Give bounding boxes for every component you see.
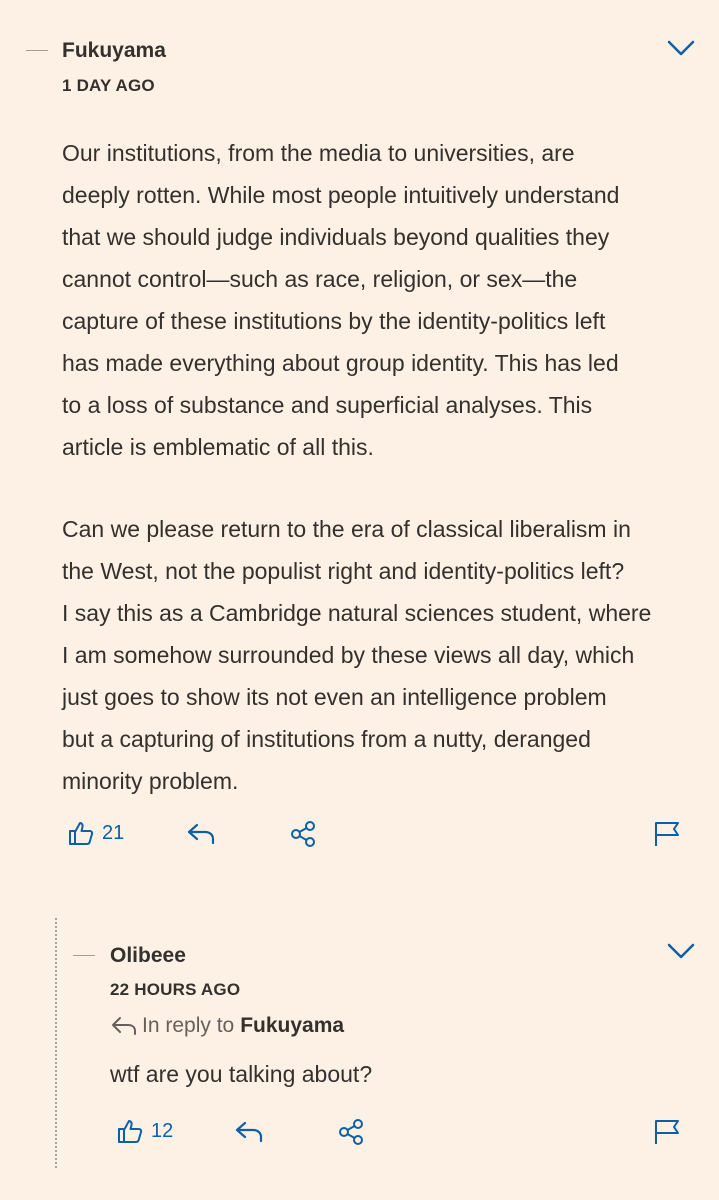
text-line: just goes to show its not even an intell… (62, 684, 607, 710)
comment-paragraph: Can we please return to the era of class… (62, 508, 702, 802)
reply-button[interactable] (186, 822, 216, 846)
chevron-down-icon[interactable] (666, 38, 696, 58)
reply-author[interactable]: Olibeee (110, 944, 186, 968)
comment-body: Our institutions, from the media to univ… (62, 132, 702, 802)
reply-body: wtf are you talking about? (110, 1061, 373, 1087)
text-line: the West, not the populist right and ide… (62, 558, 625, 584)
like-count: 21 (102, 821, 125, 844)
text-line: but a capturing of institutions from a n… (62, 726, 591, 752)
text-line: deeply rotten. While most people intuiti… (62, 182, 620, 208)
in-reply-to-author[interactable]: Fukuyama (240, 1014, 344, 1038)
text-line: I am somehow surrounded by these views a… (62, 642, 635, 668)
report-button[interactable] (653, 820, 681, 848)
text-line: that we should judge individuals beyond … (62, 224, 610, 250)
report-button[interactable] (653, 1118, 681, 1146)
comment-paragraph: Our institutions, from the media to univ… (62, 132, 702, 468)
text-line: capture of these institutions by the ide… (62, 308, 606, 334)
reply-arrow-icon (112, 1017, 136, 1035)
comment-author[interactable]: Fukuyama (62, 39, 166, 63)
reply-icon (235, 1121, 263, 1143)
text-line: minority problem. (62, 768, 239, 794)
text-line: article is emblematic of all this. (62, 434, 374, 460)
share-icon (291, 821, 315, 847)
text-line: cannot control—such as race, religion, o… (62, 266, 578, 292)
text-line: Can we please return to the era of class… (62, 516, 631, 542)
reply-actions: 12 (0, 1118, 719, 1158)
like-button[interactable]: 21 (68, 820, 124, 846)
author-dash (26, 50, 48, 51)
text-line: to a loss of substance and superficial a… (62, 392, 593, 418)
reply-icon (187, 823, 215, 845)
flag-icon (655, 822, 679, 846)
thumbs-up-icon (118, 1120, 143, 1143)
in-reply-to: In reply to Fukuyama (110, 1014, 344, 1038)
like-count: 12 (151, 1119, 174, 1142)
flag-icon (655, 1120, 679, 1144)
in-reply-to-label: In reply to (142, 1014, 235, 1037)
text-line: has made everything about group identity… (62, 350, 619, 376)
text-line: Our institutions, from the media to univ… (62, 140, 575, 166)
share-icon (339, 1119, 363, 1145)
chevron-down-icon[interactable] (666, 941, 696, 961)
share-button[interactable] (289, 820, 317, 848)
reply-timestamp: 22 HOURS AGO (110, 980, 241, 999)
reply-button[interactable] (234, 1120, 264, 1144)
thumbs-up-icon (69, 822, 94, 845)
comment-actions: 21 (0, 820, 719, 860)
author-dash (73, 955, 95, 956)
like-button[interactable]: 12 (117, 1118, 173, 1144)
share-button[interactable] (337, 1118, 365, 1146)
text-line: I say this as a Cambridge natural scienc… (62, 600, 652, 626)
comment-timestamp: 1 DAY AGO (62, 76, 155, 95)
